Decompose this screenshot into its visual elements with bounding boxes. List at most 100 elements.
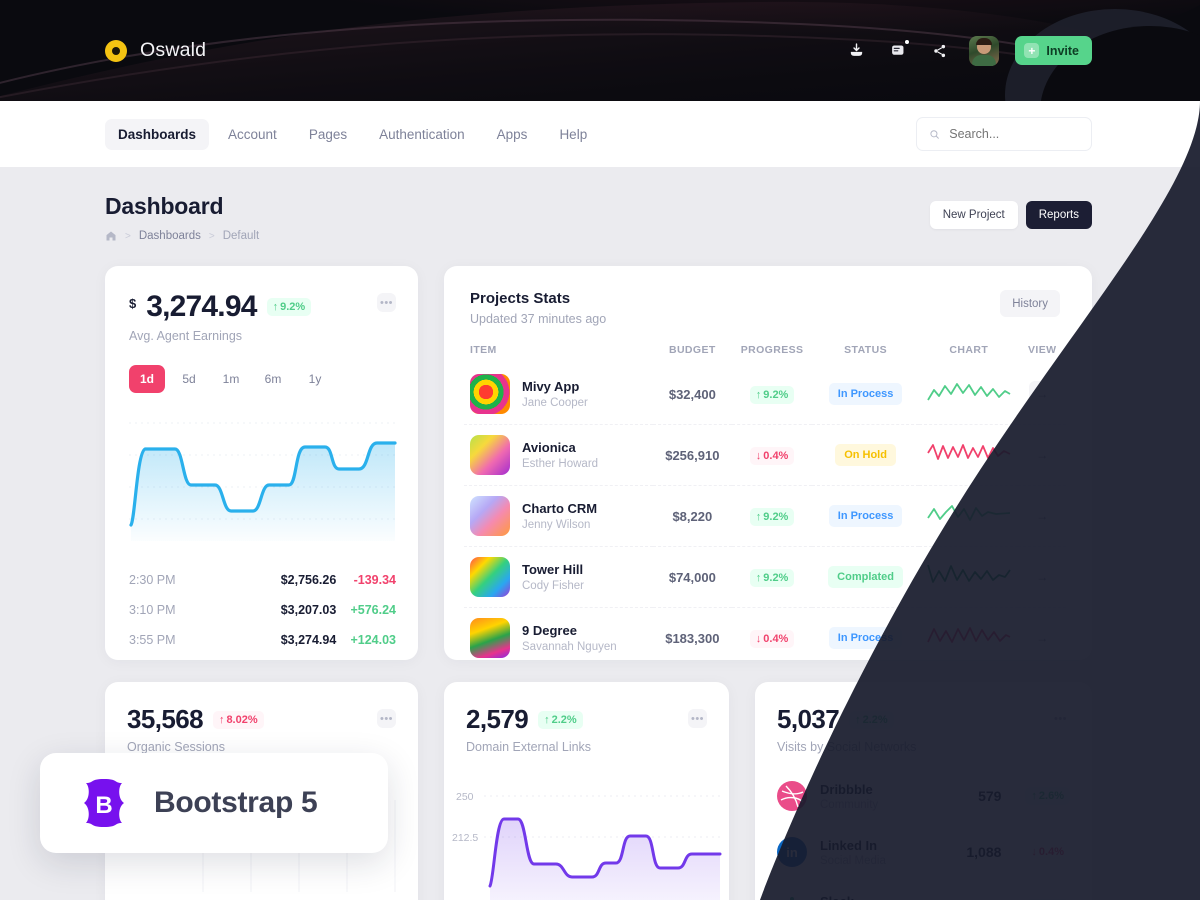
network-delta-value: 0.4%	[1038, 846, 1064, 858]
project-progress-value: 0.4%	[763, 449, 789, 462]
network-value: 1,088	[966, 844, 1002, 860]
svg-text:B: B	[95, 792, 112, 819]
quote-row: 2:30 PM $2,756.26 -139.34	[129, 565, 396, 595]
breadcrumb-dashboards[interactable]: Dashboards	[139, 230, 201, 242]
social-kpi: 5,037 ↑ 2.2%	[777, 704, 1070, 735]
organic-value: 35,568	[127, 704, 204, 734]
earnings-card-menu[interactable]: •••	[377, 293, 396, 312]
arrow-up-icon: ↑	[544, 713, 550, 726]
view-project-button[interactable]: →	[1029, 625, 1056, 651]
nav-item-dashboards[interactable]: Dashboards	[105, 118, 210, 150]
col-budget: BUDGET	[668, 344, 716, 356]
project-sparkline	[926, 564, 1011, 583]
table-row[interactable]: Mivy App Jane Cooper $32,400 ↑ 9.2% In P…	[464, 364, 1066, 425]
project-thumbnail	[470, 496, 510, 536]
table-row[interactable]: Tower Hill Cody Fisher $74,000 ↑ 9.2% Co…	[464, 546, 1066, 608]
arrow-up-icon: ↑	[755, 510, 762, 523]
nav-item-help[interactable]: Help	[546, 119, 600, 150]
earnings-delta-value: 9.2%	[280, 301, 306, 313]
project-sparkline	[927, 382, 1011, 400]
period-1y[interactable]: 1y	[297, 365, 333, 393]
avg-agent-earnings-card: ••• $ 3,274.94 ↑ 9.2% Avg. Agent Earning…	[105, 266, 418, 660]
social-card-menu[interactable]: •••	[1051, 709, 1070, 728]
project-owner: Savannah Nguyen	[522, 641, 617, 653]
arrow-up-icon: ↑	[855, 713, 861, 726]
currency-symbol: $	[129, 296, 137, 311]
status-badge: In Process	[828, 505, 903, 527]
table-row[interactable]: 9 Degree Savannah Nguyen $183,300 ↓ 0.4%	[464, 607, 1066, 668]
invite-button[interactable]: + Invite	[1015, 36, 1092, 65]
period-6m[interactable]: 6m	[255, 365, 291, 393]
view-project-button[interactable]: →	[1029, 503, 1056, 529]
view-project-button[interactable]: →	[1029, 381, 1056, 407]
organic-delta-value: 8.02%	[226, 713, 258, 726]
project-sparkline	[927, 504, 1010, 521]
quote-delta: +576.24	[350, 603, 397, 617]
quote-time: 3:55 PM	[129, 633, 176, 647]
nav-item-apps[interactable]: Apps	[484, 119, 541, 150]
organic-card-menu[interactable]: •••	[377, 709, 396, 728]
earnings-delta-badge: ↑ 9.2%	[266, 298, 312, 316]
nav-item-authentication[interactable]: Authentication	[366, 119, 478, 150]
table-header-row: ITEM BUDGET PROGRESS STATUS CHART VIEW	[464, 344, 1066, 364]
dashboard-row-top: ••• $ 3,274.94 ↑ 9.2% Avg. Agent Earning…	[105, 266, 1092, 668]
share-icon[interactable]	[927, 38, 953, 64]
breadcrumb-sep: >	[125, 230, 131, 242]
view-project-button[interactable]: →	[1029, 564, 1056, 590]
arrow-down-icon: ↓	[1031, 846, 1037, 858]
period-selector: 1d 5d 1m 6m 1y	[129, 365, 396, 393]
history-button[interactable]: History	[1000, 290, 1060, 317]
quote-delta: +124.03	[350, 633, 397, 647]
project-thumbnail	[470, 435, 510, 475]
project-name: Tower Hill	[522, 562, 584, 577]
reports-button[interactable]: Reports	[1025, 201, 1092, 229]
links-card-menu[interactable]: •••	[688, 709, 707, 728]
project-progress-badge: ↑ 9.2%	[749, 385, 795, 404]
search-input[interactable]	[949, 127, 1079, 141]
project-owner: Esther Howard	[522, 458, 599, 470]
projects-card-header: Projects Stats Updated 37 minutes ago Hi…	[464, 290, 1066, 326]
project-name: Avionica	[522, 440, 576, 455]
network-name: Linked In	[820, 837, 878, 853]
message-icon[interactable]	[885, 38, 911, 64]
table-row[interactable]: Avionica Esther Howard $256,910 ↓ 0.4% O…	[464, 424, 1066, 486]
list-item[interactable]: Slack Community 794 ↑ 0.2%	[777, 880, 1070, 900]
project-budget: $183,300	[652, 607, 733, 668]
project-progress-badge: ↑ 9.2%	[749, 568, 795, 587]
new-project-button[interactable]: New Project	[929, 201, 1018, 229]
projects-subtitle: Updated 37 minutes ago	[470, 312, 607, 326]
earnings-value: 3,274.94	[146, 290, 257, 323]
avatar[interactable]	[969, 35, 1000, 66]
dribbble-icon	[777, 781, 807, 811]
view-project-button[interactable]: →	[1029, 442, 1056, 468]
search-box[interactable]	[916, 117, 1092, 151]
arrow-up-icon: ↑	[218, 713, 225, 726]
projects-table: ITEM BUDGET PROGRESS STATUS CHART VIEW M…	[464, 344, 1066, 668]
table-row[interactable]: Charto CRM Jenny Wilson $8,220 ↑ 9.2% In…	[464, 485, 1066, 547]
period-1d[interactable]: 1d	[129, 365, 165, 393]
network-delta-badge: ↑ 2.6%	[1025, 787, 1070, 805]
status-badge: In Process	[828, 627, 903, 649]
breadcrumb: > Dashboards > Default	[105, 230, 259, 242]
period-5d[interactable]: 5d	[171, 365, 207, 393]
links-kpi: 2,579 ↑ 2.2%	[466, 704, 707, 735]
network-category: Community	[820, 798, 879, 811]
projects-stats-card: Projects Stats Updated 37 minutes ago Hi…	[444, 266, 1092, 668]
project-thumbnail	[470, 374, 510, 414]
download-icon[interactable]	[843, 38, 869, 64]
earnings-label: Avg. Agent Earnings	[129, 329, 243, 343]
status-badge: On Hold	[835, 444, 896, 466]
list-item[interactable]: in Linked In Social Media 1,088 ↓ 0.4%	[777, 824, 1070, 880]
col-view: VIEW	[1028, 344, 1057, 356]
brand-logo[interactable]: Oswald	[105, 39, 206, 62]
project-owner: Cody Fisher	[522, 580, 584, 592]
list-item[interactable]: Dribbble Community 579 ↑ 2.6%	[777, 768, 1070, 824]
project-thumbnail	[470, 618, 510, 658]
nav-item-pages[interactable]: Pages	[296, 119, 360, 150]
home-icon[interactable]	[105, 230, 117, 242]
ytick-212: 212.5	[452, 832, 478, 844]
organic-kpi: 35,568 ↑ 8.02%	[127, 704, 396, 735]
arrow-down-icon: ↓	[755, 449, 762, 462]
nav-item-account[interactable]: Account	[215, 119, 290, 150]
period-1m[interactable]: 1m	[213, 365, 249, 393]
